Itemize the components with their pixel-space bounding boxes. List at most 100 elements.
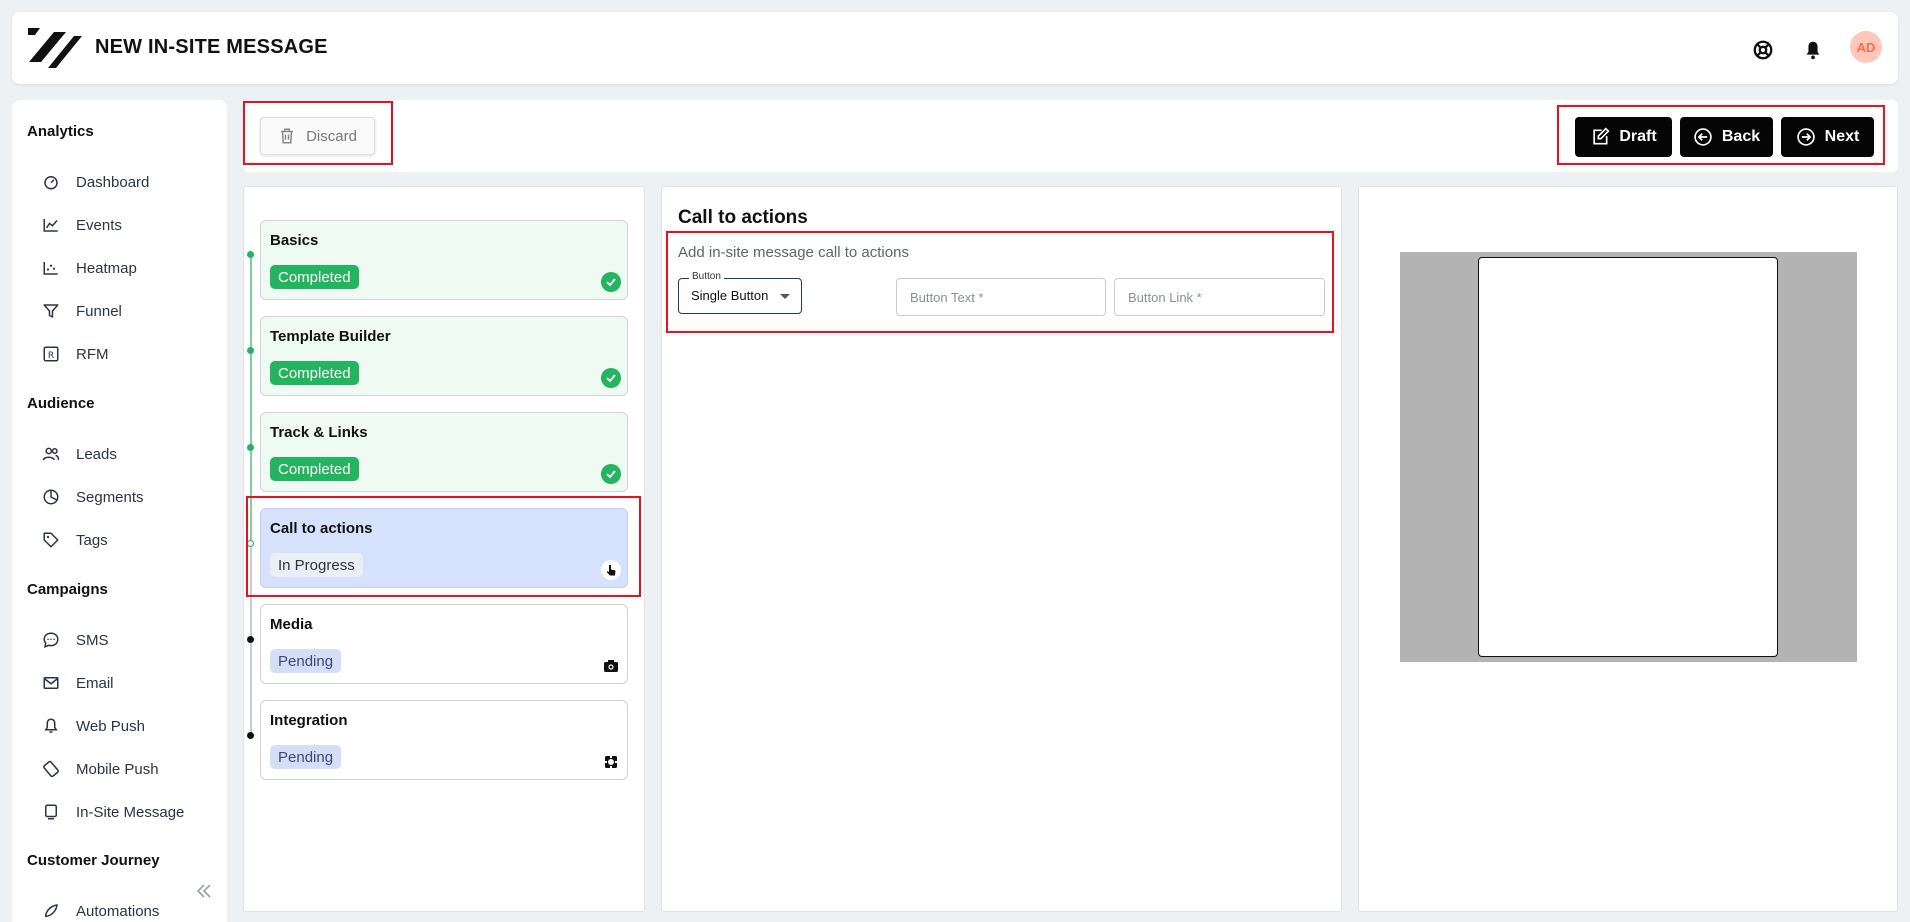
sidebar: Analytics Dashboard Events Heatmap Funne… — [12, 100, 227, 922]
sidebar-item-label: Mobile Push — [76, 760, 159, 778]
action-toolbar: Discard Draft Back Next — [243, 100, 1898, 172]
sidebar-section-analytics: Analytics — [27, 123, 94, 140]
cta-section-subtitle: Add in-site message call to actions — [678, 244, 909, 261]
sidebar-section-customer-journey: Customer Journey — [27, 852, 160, 869]
sidebar-item-dashboard[interactable]: Dashboard — [42, 168, 149, 196]
rocket-icon — [44, 904, 58, 918]
sidebar-item-events[interactable]: Events — [42, 211, 122, 239]
sidebar-item-label: RFM — [76, 345, 109, 363]
step-media[interactable]: Media Pending — [260, 604, 628, 684]
sidebar-item-label: Tags — [76, 531, 108, 549]
tag-icon — [43, 532, 59, 548]
cta-section-title: Call to actions — [678, 207, 808, 228]
timeline-dot — [247, 444, 254, 451]
draft-label: Draft — [1619, 128, 1657, 145]
brand-logo-icon — [28, 28, 82, 68]
dashboard-icon — [44, 176, 58, 190]
sidebar-item-email[interactable]: Email — [42, 669, 114, 697]
sidebar-item-label: Heatmap — [76, 259, 137, 277]
rfm-icon: R — [43, 346, 59, 362]
chevron-down-icon — [780, 294, 790, 299]
progress-line-done — [250, 254, 252, 544]
status-badge: Completed — [270, 265, 359, 289]
sidebar-section-campaigns: Campaigns — [27, 581, 108, 598]
sidebar-item-automations[interactable]: Automations — [42, 897, 159, 922]
sidebar-item-web-push[interactable]: Web Push — [42, 712, 145, 740]
status-badge: Completed — [270, 361, 359, 385]
line-chart-icon — [43, 219, 58, 232]
step-title: Template Builder — [270, 328, 391, 345]
discard-label: Discard — [306, 127, 357, 145]
sidebar-item-leads[interactable]: Leads — [42, 440, 117, 468]
collapse-sidebar-icon[interactable] — [194, 881, 214, 901]
camera-icon — [604, 660, 618, 672]
bell-icon[interactable] — [1802, 39, 1824, 61]
sidebar-item-label: Funnel — [76, 302, 122, 320]
app-header: NEW IN-SITE MESSAGE AD — [12, 12, 1898, 84]
sidebar-item-sms[interactable]: SMS — [42, 626, 109, 654]
user-avatar[interactable]: AD — [1850, 31, 1882, 63]
step-title: Integration — [270, 712, 348, 729]
integration-icon — [603, 754, 619, 770]
sidebar-item-label: SMS — [76, 631, 109, 649]
sidebar-item-segments[interactable]: Segments — [42, 483, 144, 511]
next-label: Next — [1824, 128, 1860, 145]
page-title: NEW IN-SITE MESSAGE — [95, 36, 328, 58]
select-value: Single Button — [691, 288, 769, 303]
select-label: Button — [689, 271, 724, 282]
discard-button[interactable]: Discard — [260, 117, 375, 155]
chat-bubble-icon — [43, 632, 59, 648]
sidebar-item-tags[interactable]: Tags — [42, 526, 108, 554]
check-circle-icon — [601, 272, 621, 292]
sidebar-item-mobile-push[interactable]: Mobile Push — [42, 755, 159, 783]
pie-chart-icon — [43, 489, 59, 505]
timeline-dot — [247, 732, 254, 739]
sidebar-item-label: In-Site Message — [76, 803, 185, 821]
sidebar-item-label: Automations — [76, 902, 160, 920]
timeline-dot — [247, 251, 254, 258]
bell-outline-icon — [44, 718, 58, 733]
step-template-builder[interactable]: Template Builder Completed — [260, 316, 628, 396]
sidebar-item-label: Leads — [76, 445, 117, 463]
button-text-input[interactable] — [896, 278, 1106, 316]
status-badge: Pending — [270, 745, 342, 769]
check-circle-icon — [601, 368, 621, 388]
step-title: Call to actions — [270, 520, 373, 537]
sidebar-item-funnel[interactable]: Funnel — [42, 297, 122, 325]
sidebar-item-heatmap[interactable]: Heatmap — [42, 254, 137, 282]
step-title: Basics — [270, 232, 319, 249]
check-circle-icon — [601, 464, 621, 484]
device-icon — [45, 804, 57, 820]
status-badge: Completed — [270, 457, 359, 481]
timeline-dot — [247, 540, 254, 547]
step-call-to-actions[interactable]: Call to actions In Progress — [260, 508, 628, 588]
sidebar-item-in-site-message[interactable]: In-Site Message — [42, 798, 184, 826]
draft-button[interactable]: Draft — [1575, 117, 1672, 157]
sidebar-section-audience: Audience — [27, 395, 95, 412]
pointer-hand-icon — [601, 560, 621, 580]
back-label: Back — [1721, 128, 1761, 145]
sidebar-item-label: Events — [76, 216, 122, 234]
next-button[interactable]: Next — [1781, 117, 1874, 157]
status-badge: In Progress — [270, 553, 363, 577]
support-icon[interactable] — [1752, 39, 1774, 61]
step-title: Media — [270, 616, 313, 633]
timeline-dot — [247, 347, 254, 354]
back-button[interactable]: Back — [1680, 117, 1773, 157]
sidebar-item-rfm[interactable]: R RFM — [42, 340, 109, 368]
status-badge: Pending — [270, 649, 342, 673]
scatter-chart-icon — [43, 262, 58, 275]
edit-icon — [1593, 127, 1610, 145]
button-type-select[interactable]: Button Single Button — [678, 271, 802, 314]
funnel-icon — [43, 304, 59, 318]
svg-text:R: R — [48, 351, 54, 361]
button-link-input[interactable] — [1114, 278, 1325, 316]
sidebar-item-label: Segments — [76, 488, 144, 506]
step-integration[interactable]: Integration Pending — [260, 700, 628, 780]
step-track-links[interactable]: Track & Links Completed — [260, 412, 628, 492]
arrow-right-circle-icon — [1796, 128, 1815, 146]
trash-icon — [281, 128, 294, 144]
step-title: Track & Links — [270, 424, 368, 441]
step-basics[interactable]: Basics Completed — [260, 220, 628, 300]
sidebar-item-label: Email — [76, 674, 114, 692]
